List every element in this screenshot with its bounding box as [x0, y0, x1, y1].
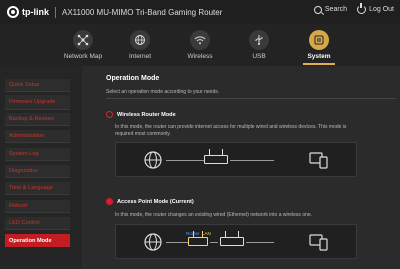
nav-network-map[interactable]: Network Map: [53, 30, 113, 60]
nav-label-network-map: Network Map: [63, 53, 103, 60]
globe-icon: [144, 233, 162, 251]
sidebar-item-label: LED Control: [9, 220, 40, 226]
sidebar-item-time-language[interactable]: Time & Language: [5, 182, 70, 195]
power-icon: [357, 3, 367, 14]
router-mode-diagram: [115, 142, 357, 177]
sidebar-item-diagnostics[interactable]: Diagnostics: [5, 165, 70, 178]
network-map-icon: [73, 30, 93, 50]
search-icon: [313, 5, 322, 14]
nav-usb[interactable]: USB: [229, 30, 289, 60]
usb-icon: [249, 30, 269, 50]
devices-icon: [309, 234, 328, 251]
tp-link-logo[interactable]: tp-link: [7, 6, 49, 18]
main-nav: Network Map Internet Wireless USB System: [0, 24, 400, 66]
header-divider: [55, 6, 56, 18]
option-description: In this mode, the router changes an exis…: [115, 212, 313, 218]
nav-label-wireless: Wireless: [187, 53, 213, 60]
nav-wireless[interactable]: Wireless: [170, 30, 230, 60]
sidebar-item-label: Diagnostics: [9, 168, 38, 174]
sidebar-item-label: Operation Mode: [9, 237, 52, 244]
wifi-icon: [190, 30, 210, 50]
sidebar-item-label: Administration: [9, 133, 45, 139]
page-description: Select an operation mode according to yo…: [106, 89, 220, 95]
sidebar-item-label: Time & Language: [9, 185, 53, 191]
globe-icon: [144, 151, 162, 169]
access-point-diagram: Router LAN: [115, 224, 357, 259]
connection-line: [210, 242, 218, 243]
sidebar-item-label: Quick Setup: [9, 82, 40, 88]
devices-icon: [309, 152, 328, 169]
connection-line: [166, 160, 204, 161]
router-icon: [220, 231, 244, 246]
router-icon: [204, 149, 228, 164]
sidebar-item-led-control[interactable]: LED Control: [5, 217, 70, 230]
option-wireless-router-mode[interactable]: Wireless Router Mode: [106, 111, 176, 118]
option-label: Access Point Mode (Current): [117, 198, 194, 205]
option-label: Wireless Router Mode: [117, 111, 176, 118]
sidebar-item-label: System Log: [9, 151, 39, 157]
main-content: Operation Mode Select an operation mode …: [91, 66, 400, 269]
top-bar: tp-link AX11000 MU-MIMO Tri-Band Gaming …: [0, 0, 400, 24]
connection-line: [230, 160, 274, 161]
sidebar-item-backup-restore[interactable]: Backup & Restore: [5, 113, 70, 126]
sidebar-item-system-log[interactable]: System Log: [5, 148, 70, 161]
option-access-point-mode[interactable]: Access Point Mode (Current): [106, 198, 194, 205]
divider: [106, 98, 396, 99]
sidebar-item-reboot[interactable]: Reboot: [5, 200, 70, 213]
connection-line: [166, 242, 188, 243]
lan-label: LAN: [202, 231, 211, 236]
system-icon: [309, 30, 329, 50]
globe-icon: [130, 30, 150, 50]
connection-line: [246, 242, 274, 243]
search-label: Search: [324, 6, 348, 13]
top-actions: Search Log Out: [313, 3, 394, 14]
tp-link-logo-icon: [7, 6, 19, 18]
sidebar-item-administration[interactable]: Administration: [5, 130, 70, 143]
logout-label: Log Out: [369, 6, 394, 13]
logout-button[interactable]: Log Out: [357, 3, 394, 14]
sidebar: Quick Setup Firmware Upgrade Backup & Re…: [0, 66, 82, 269]
radio-access-point-mode[interactable]: [106, 198, 113, 205]
sidebar-item-label: Firmware Upgrade: [9, 99, 56, 105]
nav-internet[interactable]: Internet: [110, 30, 170, 60]
model-name: AX11000 MU-MIMO Tri-Band Gaming Router: [62, 7, 223, 17]
nav-label-internet: Internet: [128, 53, 152, 60]
search-button[interactable]: Search: [313, 5, 348, 14]
page-title: Operation Mode: [106, 75, 160, 82]
lan-router-icon: [188, 231, 208, 246]
sidebar-item-label: Backup & Restore: [9, 116, 55, 122]
sidebar-item-label: Reboot: [9, 203, 28, 209]
sidebar-item-quick-setup[interactable]: Quick Setup: [5, 79, 70, 92]
nav-label-system: System: [307, 53, 331, 60]
option-description: In this mode, the router can provide int…: [115, 124, 347, 137]
sidebar-item-operation-mode[interactable]: Operation Mode: [5, 234, 70, 247]
radio-wireless-router-mode[interactable]: [106, 111, 113, 118]
sidebar-item-firmware-upgrade[interactable]: Firmware Upgrade: [5, 95, 70, 110]
nav-label-usb: USB: [252, 53, 266, 60]
brand-name: tp-link: [22, 7, 49, 17]
nav-system[interactable]: System: [289, 30, 349, 65]
